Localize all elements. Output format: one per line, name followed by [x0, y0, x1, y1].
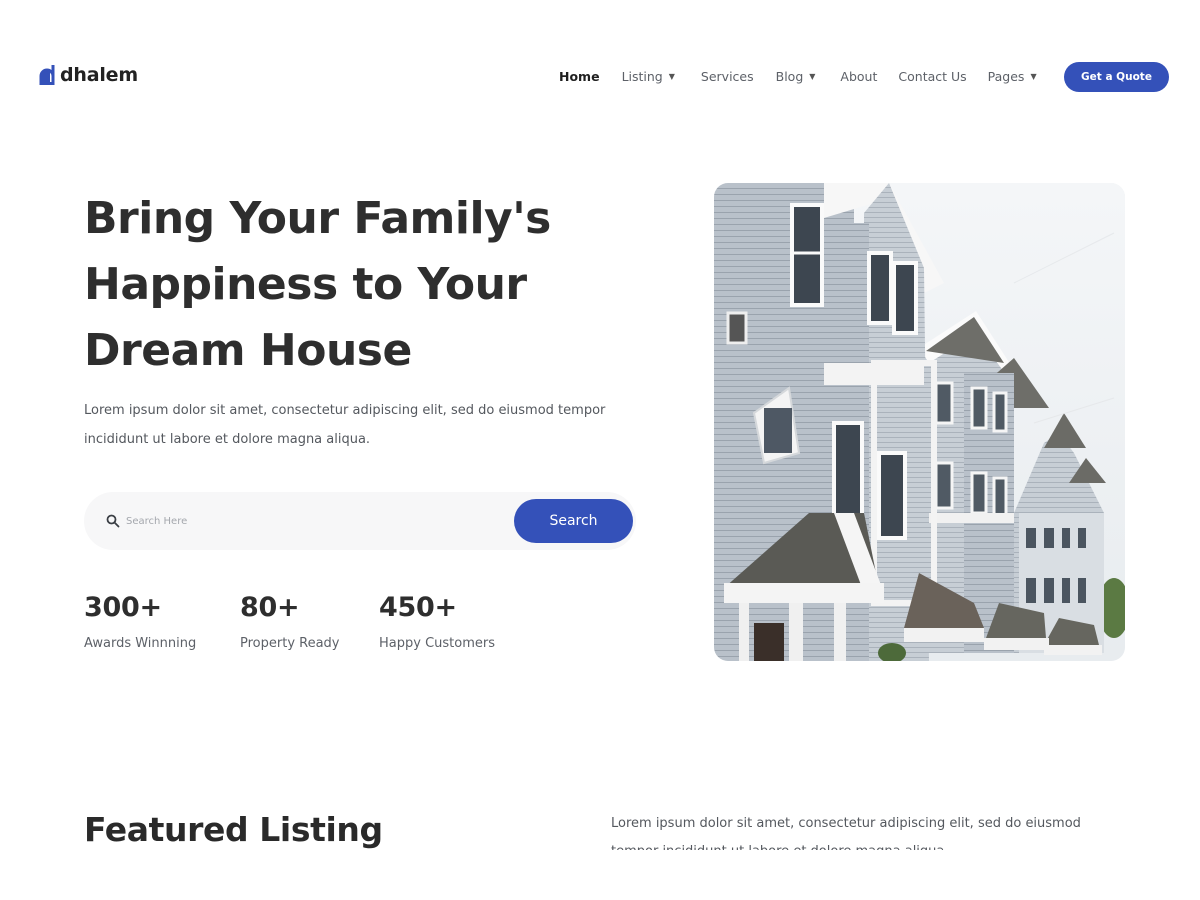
nav-item-about[interactable]: About: [840, 69, 877, 84]
hero-house-image: [714, 183, 1125, 661]
viewport-crop: [0, 850, 1200, 900]
hero-title: Bring Your Family's Happiness to Your Dr…: [84, 186, 644, 384]
landing-page: dhalem Home Listing ▼ Services Blog ▼ Ab…: [0, 0, 1200, 900]
caret-down-icon: ▼: [1030, 72, 1037, 81]
stat-property: 80+ Property Ready: [240, 590, 340, 651]
featured-description: Lorem ipsum dolor sit amet, consectetur …: [611, 810, 1111, 850]
nav-item-label: Services: [700, 69, 754, 84]
townhouse-illustration: [714, 183, 1125, 661]
stat-value: 300+: [84, 592, 162, 623]
hero-description-line: incididunt ut labore et dolore magna ali…: [84, 432, 371, 447]
stats-row: 300+ Awards Winnning 80+ Property Ready …: [0, 590, 640, 670]
stat-customers: 450+ Happy Customers: [379, 590, 495, 651]
caret-down-icon: ▼: [668, 72, 675, 81]
nav-item-label: Contact Us: [898, 69, 967, 84]
featured-title: Featured Listing: [84, 810, 383, 849]
nav-item-label: Home: [559, 69, 600, 84]
search-icon: [106, 514, 120, 528]
search-bar: Search: [84, 492, 636, 550]
stat-label: Property Ready: [240, 636, 340, 651]
nav-item-listing[interactable]: Listing ▼: [622, 69, 675, 84]
hero-title-line: Dream House: [84, 325, 412, 376]
nav-item-label: Pages: [987, 69, 1025, 84]
stat-label: Awards Winnning: [84, 636, 197, 651]
nav-item-label: About: [840, 69, 878, 84]
hero-title-line: Bring Your Family's: [84, 193, 551, 244]
nav-item-services[interactable]: Services: [701, 69, 754, 84]
main-menu: Home Listing ▼ Services Blog ▼ About Con…: [559, 69, 1037, 84]
nav-item-home[interactable]: Home: [559, 69, 600, 84]
featured-description-line: tempor incididunt ut labore et dolore ma…: [611, 838, 1111, 850]
nav-item-contact[interactable]: Contact Us: [898, 69, 966, 84]
featured-description-line: Lorem ipsum dolor sit amet, consectetur …: [611, 816, 1081, 831]
caret-down-icon: ▼: [809, 72, 816, 81]
nav-item-blog[interactable]: Blog ▼: [776, 69, 816, 84]
top-navbar: dhalem Home Listing ▼ Services Blog ▼ Ab…: [0, 0, 1200, 155]
nav-item-pages[interactable]: Pages ▼: [988, 69, 1037, 84]
house-d-logo-icon: [39, 65, 55, 85]
nav-item-label: Listing: [621, 69, 663, 84]
hero-description-line: Lorem ipsum dolor sit amet, consectetur …: [84, 403, 606, 418]
hero-description: Lorem ipsum dolor sit amet, consectetur …: [84, 396, 644, 454]
brand-logo[interactable]: dhalem: [38, 64, 138, 86]
brand-name: dhalem: [60, 64, 138, 86]
stat-value: 80+: [240, 592, 300, 623]
nav-item-label: Blog: [775, 69, 804, 84]
stat-value: 450+: [379, 592, 457, 623]
get-quote-button[interactable]: Get a Quote: [1064, 62, 1169, 92]
search-input[interactable]: [126, 511, 486, 531]
stat-awards: 300+ Awards Winnning: [84, 590, 196, 651]
hero-title-line: Happiness to Your: [84, 259, 527, 310]
search-button[interactable]: Search: [514, 499, 633, 543]
stat-label: Happy Customers: [379, 636, 495, 651]
